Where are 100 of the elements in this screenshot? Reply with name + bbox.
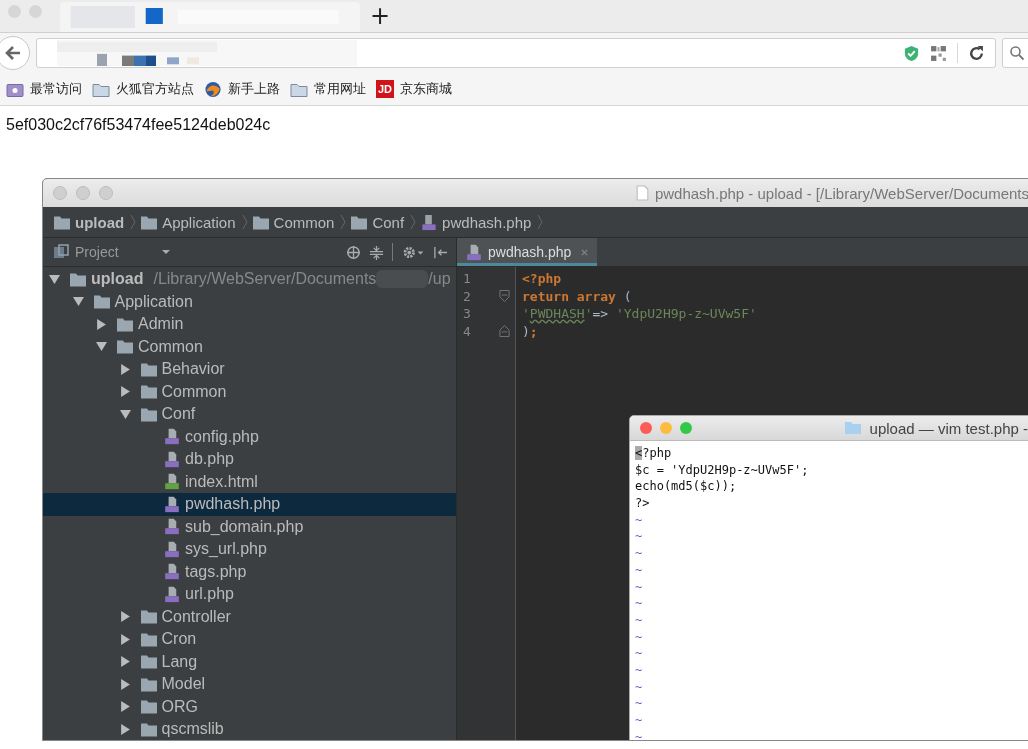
- code-line: $c = 'YdpU2H9p-z~UVw5F';: [635, 461, 810, 479]
- expand-arrow-icon[interactable]: [119, 633, 131, 645]
- document-icon: [635, 185, 649, 201]
- tree-item[interactable]: Common: [43, 380, 456, 403]
- fold-marker-icon[interactable]: [499, 324, 510, 339]
- empty-line-marker: ~: [635, 712, 644, 729]
- html-file-icon: [163, 473, 181, 491]
- chevron-icon: [340, 214, 347, 230]
- expand-arrow-icon[interactable]: [119, 723, 131, 735]
- breadcrumb-label: upload: [75, 213, 125, 231]
- reload-icon[interactable]: [968, 44, 985, 62]
- window-title: pwdhash.php - upload - [/Library/WebServer/Documents: [654, 184, 1028, 202]
- tree-item[interactable]: Application: [43, 290, 456, 313]
- breadcrumb[interactable]: Conf: [350, 213, 417, 231]
- tree-item[interactable]: index.html: [43, 470, 456, 493]
- tab-label: pwdhash.php: [488, 244, 572, 260]
- close-icon[interactable]: [640, 422, 652, 434]
- breadcrumb[interactable]: upload: [53, 213, 137, 231]
- back-button[interactable]: [0, 36, 30, 70]
- tree-item[interactable]: qscmslib: [43, 718, 456, 740]
- new-tab-button[interactable]: +: [364, 2, 397, 32]
- bookmark-link[interactable]: 火狐官方站点: [92, 80, 194, 98]
- tree-item[interactable]: pwdhash.php: [43, 493, 456, 516]
- tree-item[interactable]: config.php: [43, 425, 456, 448]
- line-number: 1: [463, 271, 472, 287]
- expand-arrow-icon[interactable]: [72, 296, 84, 308]
- search-button[interactable]: [1002, 38, 1028, 68]
- expand-arrow-icon[interactable]: [96, 341, 107, 353]
- php-file-icon: [163, 495, 181, 513]
- bookmark-label: 新手上路: [228, 80, 280, 98]
- code-line: echo(md5($c));: [635, 478, 738, 496]
- hide-panel-icon[interactable]: [433, 244, 448, 260]
- breadcrumb-label: pwdhash.php: [442, 213, 532, 231]
- chevron-icon: [241, 214, 248, 230]
- fold-marker-icon[interactable]: [499, 289, 510, 304]
- project-icon: [53, 244, 69, 260]
- tree-item[interactable]: Conf: [43, 403, 456, 426]
- tree-item[interactable]: Controller: [43, 605, 456, 628]
- expand-arrow-icon[interactable]: [119, 408, 131, 420]
- empty-line-marker: ~: [635, 678, 644, 696]
- address-field[interactable]: [36, 38, 996, 68]
- tree-item[interactable]: sub_domain.php: [43, 515, 456, 538]
- tree-item[interactable]: Cron: [43, 628, 456, 651]
- expand-arrow-icon[interactable]: [119, 701, 131, 713]
- tree-item[interactable]: Model: [43, 673, 456, 696]
- breadcrumb-label: Conf: [372, 213, 405, 231]
- collapse-icon[interactable]: [369, 244, 384, 260]
- settings-icon[interactable]: [401, 244, 425, 260]
- php-file-icon: [163, 428, 181, 446]
- tree-item[interactable]: db.php: [43, 448, 456, 471]
- tree-item[interactable]: Lang: [43, 650, 456, 673]
- project-view-dropdown[interactable]: Project: [53, 244, 171, 260]
- tree-item[interactable]: ORG: [43, 695, 456, 718]
- bookmark-link[interactable]: 常用网址: [290, 80, 366, 98]
- folder-icon: [139, 653, 158, 671]
- expand-arrow-icon[interactable]: [49, 273, 60, 285]
- php-file-icon: [420, 213, 439, 231]
- bookmark-link[interactable]: JD 京东商城: [376, 80, 453, 98]
- globe-icon: [204, 80, 222, 98]
- editor-tab[interactable]: pwdhash.php: [457, 238, 598, 266]
- php-file-icon: [163, 518, 181, 536]
- tree-item[interactable]: tags.php: [43, 560, 456, 583]
- shield-icon[interactable]: [903, 44, 920, 62]
- tree-item[interactable]: Admin: [43, 313, 456, 336]
- bookmark-link[interactable]: 新手上路: [204, 80, 280, 98]
- breadcrumb[interactable]: pwdhash.php: [420, 213, 544, 231]
- line-number: 3: [463, 306, 472, 322]
- code-line: 'PWDHASH'=> 'YdpU2H9p-z~UVw5F': [522, 305, 758, 323]
- tree-item[interactable]: url.php: [43, 583, 456, 606]
- bookmark-label: 常用网址: [314, 80, 366, 98]
- expand-arrow-icon[interactable]: [119, 656, 131, 668]
- tree-item[interactable]: upload /Library/WebServer/Documents /up: [43, 268, 456, 291]
- code-line: <?php: [522, 270, 563, 288]
- code-line: return array (: [522, 287, 633, 305]
- tree-item[interactable]: Common: [43, 335, 456, 358]
- breadcrumb[interactable]: Common: [251, 213, 347, 231]
- folder-icon: [139, 608, 158, 626]
- panel-label: Project: [75, 244, 119, 260]
- tree-item[interactable]: sys_url.php: [43, 538, 456, 561]
- expand-arrow-icon[interactable]: [119, 363, 131, 375]
- expand-arrow-icon[interactable]: [96, 318, 107, 330]
- empty-line-marker: ~: [635, 561, 644, 579]
- empty-line-marker: ~: [635, 511, 644, 529]
- expand-arrow-icon[interactable]: [119, 678, 131, 690]
- breadcrumb[interactable]: Application: [140, 213, 248, 231]
- code-line: );: [522, 322, 539, 340]
- php-file-icon: [163, 450, 181, 468]
- empty-line-marker: ~: [635, 628, 644, 646]
- breadcrumb-label: Application: [162, 213, 236, 231]
- tree-item[interactable]: Behavior: [43, 358, 456, 381]
- qr-code-icon[interactable]: [930, 44, 947, 62]
- chevron-icon: [537, 214, 544, 230]
- bookmark-link[interactable]: 最常访问: [6, 80, 82, 98]
- expand-arrow-icon[interactable]: [119, 386, 131, 398]
- folder-icon: [92, 293, 111, 311]
- empty-line-marker: ~: [635, 528, 644, 546]
- chevron-icon: [410, 214, 417, 230]
- target-icon[interactable]: [346, 244, 361, 260]
- breadcrumb-label: Common: [273, 213, 335, 231]
- expand-arrow-icon[interactable]: [119, 611, 131, 623]
